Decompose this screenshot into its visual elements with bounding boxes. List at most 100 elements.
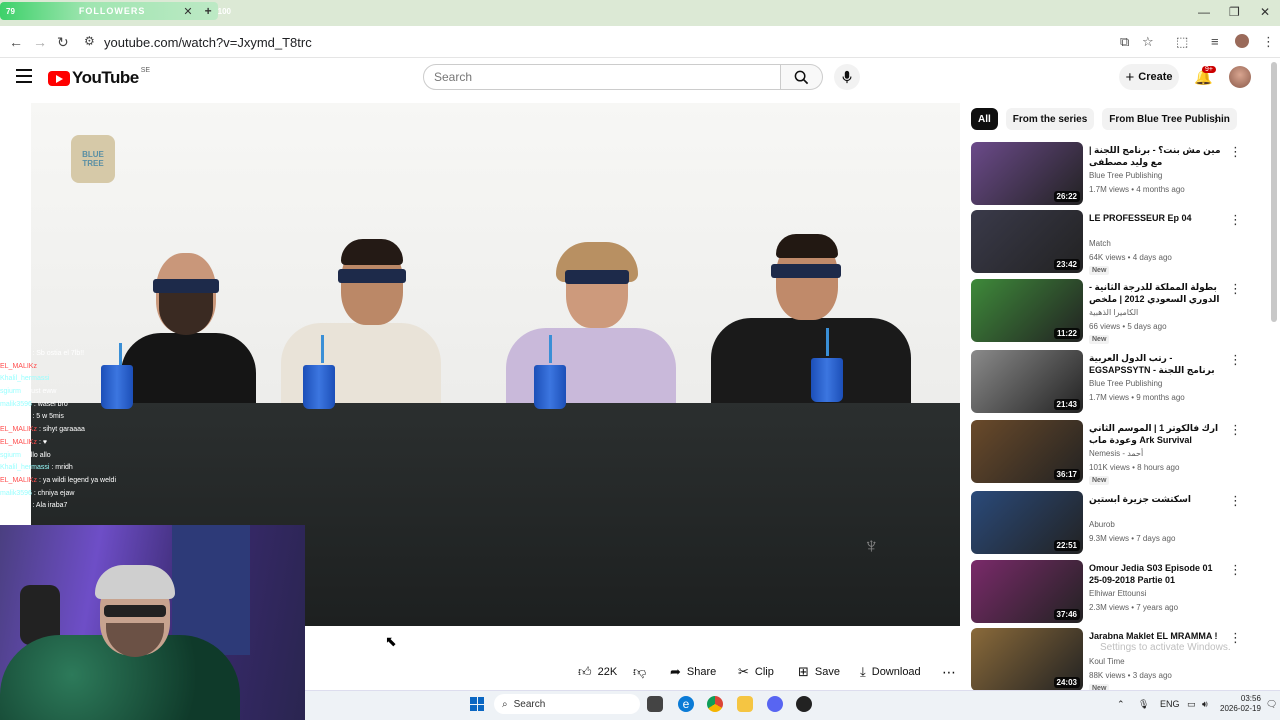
channel-name[interactable]: الكاميرا الذهبية [1089,308,1138,317]
video-meta: 66 views • 5 days ago [1089,322,1167,331]
video-title[interactable]: مين مش بنت؟ - برنامج اللجنة | مع وليد مص… [1089,144,1227,168]
video-options-icon[interactable]: ⋮ [1229,212,1242,228]
notification-center-icon[interactable]: 🗨︎ [1266,699,1277,710]
share-button[interactable]: ➦ Share [670,662,716,682]
browser-menu-icon[interactable]: ⋮ [1262,34,1275,50]
taskbar-clock[interactable]: 03:56 2026-02-19 [1220,694,1261,714]
minimize-icon[interactable]: — [1198,5,1210,19]
chat-username: RIAAAAA [0,350,31,357]
video-options-icon[interactable]: ⋮ [1229,422,1242,438]
video-title[interactable]: رتب الدول العربية - EGSAPSSYTN - برنامج … [1089,352,1227,376]
video-title[interactable]: Omour Jedia S03 Episode 01 25-09-2018 Pa… [1089,562,1227,586]
edge-icon[interactable]: e [678,696,694,712]
voice-search-button[interactable] [834,64,860,90]
recommended-video[interactable]: 11:22 بطولة المملكة للدرجة الثانية - الدو… [971,279,1261,344]
recommended-video[interactable]: 23:42 LE PROFESSEUR Ep 04 Match 64K views •… [971,210,1261,275]
tray-mic-icon[interactable]: 🎙︎ [1138,699,1149,710]
taskbar-search[interactable]: ⌕ Search [494,694,640,714]
video-thumbnail[interactable]: 21:43 [971,350,1083,413]
close-window-icon[interactable]: ✕ [1260,5,1270,19]
menu-icon[interactable] [16,69,32,83]
network-icon[interactable]: ▭ [1187,699,1196,710]
create-button[interactable]: + Create [1119,64,1179,90]
chrome-icon[interactable] [707,696,723,712]
video-thumbnail[interactable]: 36:17 [971,420,1083,483]
video-duration: 26:22 [1053,191,1080,202]
account-avatar[interactable] [1229,66,1251,88]
clip-button[interactable]: ✂ Clip [738,662,774,682]
filter-chip[interactable]: All [971,108,998,130]
search-input[interactable]: Search [423,64,781,90]
extensions-icon[interactable]: ⬚ [1176,34,1188,50]
media-icon[interactable]: ≡ [1211,34,1219,49]
recommended-video[interactable]: 24:03 Jarabna Maklet EL MRAMMA ! Koul Time… [971,628,1261,693]
language-indicator[interactable]: ENG [1160,699,1180,709]
obs-icon[interactable] [796,696,812,712]
recommended-video[interactable]: 22:51 اسكتشت جزيرة ابستين Aburob 9.3M views… [971,491,1261,555]
dislike-button[interactable]: 👎︎ [633,662,652,682]
forward-icon[interactable]: → [33,34,47,50]
recommended-video[interactable]: 26:22 مين مش بنت؟ - برنامج اللجنة | مع ول… [971,142,1261,206]
clock-date: 2026-02-19 [1220,704,1261,713]
channel-name[interactable]: Match [1089,239,1111,248]
site-info-icon[interactable]: ⚙ [84,34,95,48]
filter-chip[interactable]: From the series [1005,108,1095,130]
cast-icon[interactable]: ⧉ [1120,34,1129,50]
download-button[interactable]: ⤓ Download [860,662,921,682]
video-thumbnail[interactable]: 22:51 [971,491,1083,554]
windows-start-icon[interactable] [470,697,484,711]
video-thumbnail[interactable]: 26:22 [971,142,1083,205]
video-title[interactable]: Jarabna Maklet EL MRAMMA ! [1089,630,1227,642]
close-tab-icon[interactable]: ✕ [183,5,192,18]
restore-icon[interactable]: ❐ [1229,5,1240,19]
page-scrollbar[interactable] [1271,62,1277,322]
create-label: Create [1138,71,1173,83]
video-title[interactable]: اسكتشت جزيرة ابستين [1089,493,1227,505]
channel-name[interactable]: Koul Time [1089,657,1125,666]
video-meta: 1.7M views • 4 months ago [1089,185,1185,194]
video-title[interactable]: ارك فالكوتر 1 | الموسم الثاني وعودة ماب … [1089,422,1227,446]
task-view-icon[interactable] [647,696,663,712]
channel-name[interactable]: Aburob [1089,520,1115,529]
video-options-icon[interactable]: ⋮ [1229,562,1242,578]
channel-name[interactable]: Blue Tree Publishing [1089,379,1162,388]
video-thumbnail[interactable]: 11:22 [971,279,1083,342]
chat-message: malik3596: chniya ejaw [0,488,160,501]
video-options-icon[interactable]: ⋮ [1229,352,1242,368]
video-title[interactable]: بطولة المملكة للدرجة الثانية - الدوري ال… [1089,281,1227,305]
save-button[interactable]: ⊞ Save [798,662,840,682]
reload-icon[interactable]: ↻ [57,34,69,51]
recommended-video[interactable]: 36:17 ارك فالكوتر 1 | الموسم الثاني وعودة… [971,420,1261,485]
recommended-video[interactable]: 37:46 Omour Jedia S03 Episode 01 25-09-20… [971,560,1261,624]
file-explorer-icon[interactable] [737,696,753,712]
channel-name[interactable]: Elhiwar Ettounsi [1089,589,1146,598]
channel-name[interactable]: Nemesis - أحمد [1089,449,1143,458]
video-thumbnail[interactable]: 37:46 [971,560,1083,623]
search-button[interactable] [781,64,823,90]
video-options-icon[interactable]: ⋮ [1229,493,1242,509]
video-options-icon[interactable]: ⋮ [1229,630,1242,646]
more-actions-icon[interactable]: ⋯ [942,662,956,682]
volume-icon[interactable]: 🔊︎ [1202,699,1208,710]
download-icon: ⤓ [860,664,866,679]
like-button[interactable]: 👍︎ 22K [578,662,617,682]
video-options-icon[interactable]: ⋮ [1229,281,1242,297]
new-tab-icon[interactable]: + [205,4,212,18]
video-title[interactable]: LE PROFESSEUR Ep 04 [1089,212,1227,224]
webcam-glasses [104,605,166,617]
youtube-logo[interactable]: YouTube SE [48,67,150,88]
video-thumbnail[interactable]: 23:42 [971,210,1083,273]
video-options-icon[interactable]: ⋮ [1229,144,1242,160]
follower-goal: 100 [217,6,231,16]
tray-chevron-icon[interactable]: ⌃ [1117,699,1125,710]
channel-name[interactable]: Blue Tree Publishing [1089,171,1162,180]
url-field[interactable]: youtube.com/watch?v=Jxymd_T8trc [104,35,312,50]
chat-message: EL_MALIKz: ♥ [0,437,160,450]
chevron-right-icon[interactable]: › [1214,112,1218,127]
back-icon[interactable]: ← [9,34,23,50]
discord-icon[interactable] [767,696,783,712]
bookmark-star-icon[interactable]: ☆ [1142,34,1154,50]
video-thumbnail[interactable]: 24:03 [971,628,1083,691]
recommended-video[interactable]: 21:43 رتب الدول العربية - EGSAPSSYTN - بر… [971,350,1261,414]
profile-avatar[interactable] [1235,34,1249,48]
